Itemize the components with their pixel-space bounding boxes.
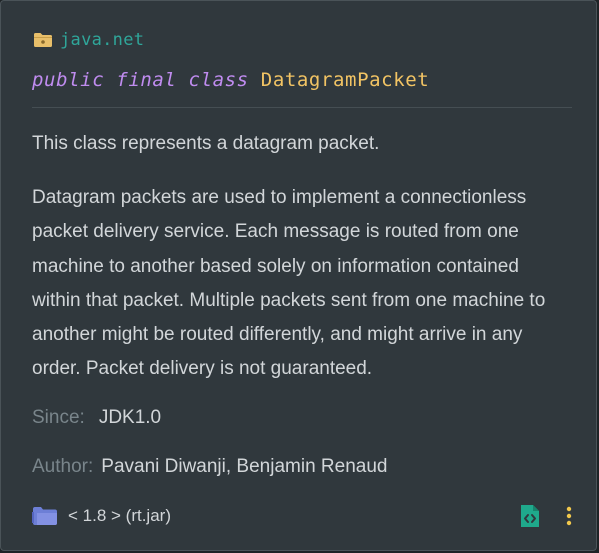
author-label: Author: xyxy=(32,456,94,477)
class-name: DatagramPacket xyxy=(260,69,430,91)
since-value: JDK1.0 xyxy=(98,407,162,428)
modifier-public: public xyxy=(32,69,105,91)
doc-description: Datagram packets are used to implement a… xyxy=(32,187,546,380)
package-name[interactable]: java.net xyxy=(60,30,144,50)
since-row: Since: JDK1.0 xyxy=(32,407,161,429)
open-source-file-icon[interactable] xyxy=(520,504,540,528)
author-row: Author: Pavani Diwanji, Benjamin Renaud xyxy=(32,456,387,478)
doc-summary: This class represents a datagram packet. xyxy=(32,133,380,154)
divider xyxy=(32,107,572,108)
library-label: < 1.8 > (rt.jar) xyxy=(68,506,171,525)
package-row: java.net xyxy=(33,29,144,51)
author-value: Pavani Diwanji, Benjamin Renaud xyxy=(101,456,388,477)
class-signature: public final class DatagramPacket xyxy=(32,69,429,91)
since-label: Since: xyxy=(32,407,85,428)
footer-library: < 1.8 > (rt.jar) xyxy=(32,503,171,529)
keyword-class: class xyxy=(188,69,249,91)
library-folder-icon xyxy=(32,505,58,527)
modifier-final: final xyxy=(116,69,177,91)
more-vertical-icon[interactable] xyxy=(561,504,577,528)
folder-icon xyxy=(33,32,53,48)
quick-documentation-popup: java.net public final class DatagramPack… xyxy=(0,0,597,551)
